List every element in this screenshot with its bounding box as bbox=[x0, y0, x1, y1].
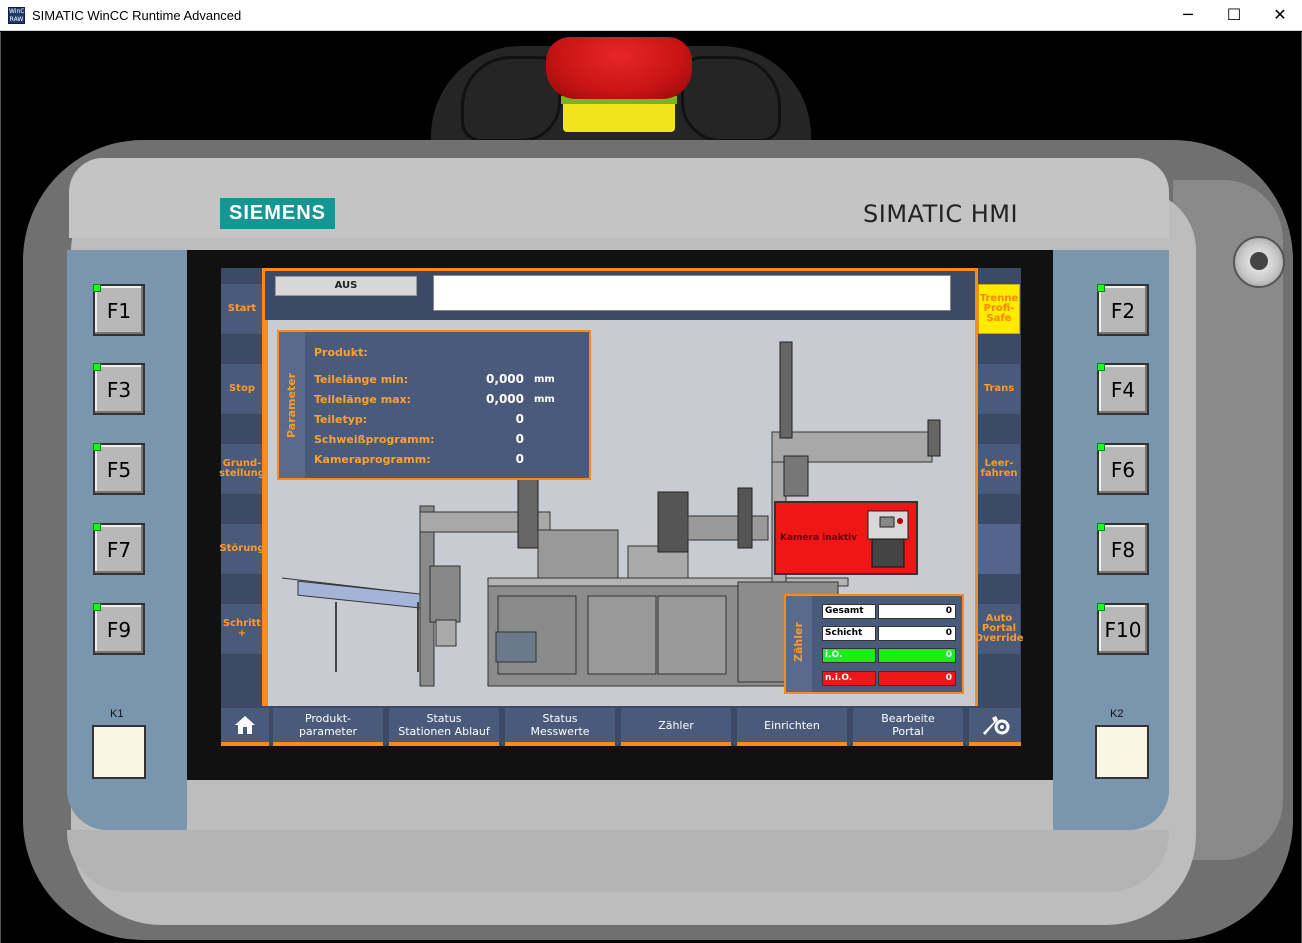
counter-row-io: i.O. 0 bbox=[822, 648, 956, 663]
f5-led bbox=[93, 443, 101, 451]
softkey-grundstellung[interactable]: Grund- stellung bbox=[219, 444, 265, 494]
nav-status-messwerte[interactable]: Status Messwerte bbox=[505, 708, 615, 746]
f8-led bbox=[1097, 523, 1105, 531]
counter-panel: Zähler Gesamt 0 Schicht 0 i.O. 0 n.i.O. … bbox=[784, 594, 964, 694]
counter-value: 0 bbox=[878, 671, 956, 686]
siemens-logo: SIEMENS bbox=[220, 198, 335, 229]
counter-label: Schicht bbox=[822, 626, 876, 641]
nav-produktparameter[interactable]: Produkt- parameter bbox=[273, 708, 383, 746]
counter-label: n.i.O. bbox=[822, 671, 876, 686]
k1-label: K1 bbox=[110, 708, 124, 720]
counter-title: Zähler bbox=[792, 622, 805, 662]
nav-einrichten[interactable]: Einrichten bbox=[737, 708, 847, 746]
counter-row-gesamt: Gesamt 0 bbox=[822, 604, 956, 619]
counter-value: 0 bbox=[878, 626, 956, 641]
param-value: 0,000 bbox=[486, 392, 524, 406]
f4-led bbox=[1097, 363, 1105, 371]
param-unit: mm bbox=[534, 394, 555, 405]
simatic-hmi-label: SIMATIC HMI bbox=[863, 200, 1019, 228]
runtime-canvas: SIEMENS SIMATIC HMI F1 F3 F5 F7 F9 K1 F2… bbox=[0, 32, 1302, 943]
softkey-stoerung[interactable]: Störung bbox=[219, 524, 265, 574]
param-value: 0 bbox=[515, 432, 524, 446]
param-label: Kameraprogramm: bbox=[314, 453, 431, 466]
product-label: Produkt: bbox=[314, 346, 368, 359]
f3-led bbox=[93, 363, 101, 371]
param-label: Schweißprogramm: bbox=[314, 433, 435, 446]
mode-button[interactable]: AUS bbox=[275, 276, 417, 296]
key-switch[interactable] bbox=[1233, 236, 1285, 288]
device-lower-band bbox=[67, 830, 1169, 892]
softkey-stop[interactable]: Stop bbox=[221, 364, 263, 414]
param-label: Teilelänge max: bbox=[314, 393, 412, 406]
app-icon: WinCC RAW bbox=[8, 7, 29, 24]
softkey-leerfahren[interactable]: Leer- fahren bbox=[978, 444, 1020, 494]
close-button[interactable]: ✕ bbox=[1257, 0, 1302, 31]
camera-status[interactable]: Kamera inaktiv bbox=[774, 501, 918, 575]
minimize-button[interactable]: ─ bbox=[1165, 0, 1211, 31]
param-unit: mm bbox=[534, 374, 555, 385]
param-label: Teiletyp: bbox=[314, 413, 368, 426]
softkey-empty[interactable] bbox=[978, 524, 1020, 574]
camera-icon bbox=[867, 510, 909, 568]
window-titlebar: WinCC RAW SIMATIC WinCC Runtime Advanced… bbox=[0, 0, 1302, 31]
hmi-screen: Start Stop Grund- stellung Störung Schri… bbox=[219, 268, 1024, 746]
parameter-title: Parameter bbox=[285, 372, 298, 438]
k1-key[interactable] bbox=[92, 725, 146, 779]
home-button[interactable] bbox=[221, 708, 269, 746]
estop-wing-right bbox=[681, 56, 781, 142]
settings-button[interactable] bbox=[969, 708, 1021, 746]
f1-led bbox=[93, 284, 101, 292]
softkey-schritt[interactable]: Schritt + bbox=[221, 604, 263, 654]
counter-label: Gesamt bbox=[822, 604, 876, 619]
param-label: Teilelänge min: bbox=[314, 373, 409, 386]
counter-value: 0 bbox=[878, 648, 956, 663]
counter-side: Zähler bbox=[786, 596, 812, 692]
counter-label: i.O. bbox=[822, 648, 876, 663]
camera-status-text: Kamera inaktiv bbox=[780, 533, 857, 543]
nav-zaehler[interactable]: Zähler bbox=[621, 708, 731, 746]
softkey-auto-portal-override[interactable]: Auto Portal Override bbox=[974, 604, 1024, 654]
frame-top bbox=[265, 268, 978, 271]
param-value: 0,000 bbox=[486, 372, 524, 386]
maximize-button[interactable]: ☐ bbox=[1211, 0, 1257, 31]
k2-label: K2 bbox=[1110, 708, 1124, 720]
frame-right bbox=[975, 268, 978, 706]
softkey-start[interactable]: Start bbox=[221, 284, 263, 334]
f9-led bbox=[93, 603, 101, 611]
f7-led bbox=[93, 523, 101, 531]
k2-key[interactable] bbox=[1095, 725, 1149, 779]
param-value: 0 bbox=[515, 412, 524, 426]
counter-row-schicht: Schicht 0 bbox=[822, 626, 956, 641]
emergency-stop-button[interactable] bbox=[546, 37, 692, 99]
nav-status-stationen[interactable]: Status Stationen Ablauf bbox=[389, 708, 499, 746]
message-field[interactable] bbox=[433, 275, 951, 311]
softkey-trenne-profisafe[interactable]: Trenne Profi- Safe bbox=[978, 284, 1020, 334]
counter-row-nio: n.i.O. 0 bbox=[822, 671, 956, 686]
param-value: 0 bbox=[515, 452, 524, 466]
parameter-panel: Parameter Produkt: Teilelänge min: 0,000… bbox=[277, 330, 591, 480]
counter-value: 0 bbox=[878, 604, 956, 619]
home-icon bbox=[235, 716, 255, 734]
softkey-trans[interactable]: Trans bbox=[978, 364, 1020, 414]
f6-led bbox=[1097, 443, 1105, 451]
window-title: SIMATIC WinCC Runtime Advanced bbox=[32, 8, 242, 23]
parameter-side: Parameter bbox=[279, 332, 305, 478]
nav-bearbeite-portal[interactable]: Bearbeite Portal bbox=[853, 708, 963, 746]
f10-led bbox=[1097, 603, 1105, 611]
f2-led bbox=[1097, 284, 1105, 292]
settings-icon bbox=[983, 716, 1010, 735]
